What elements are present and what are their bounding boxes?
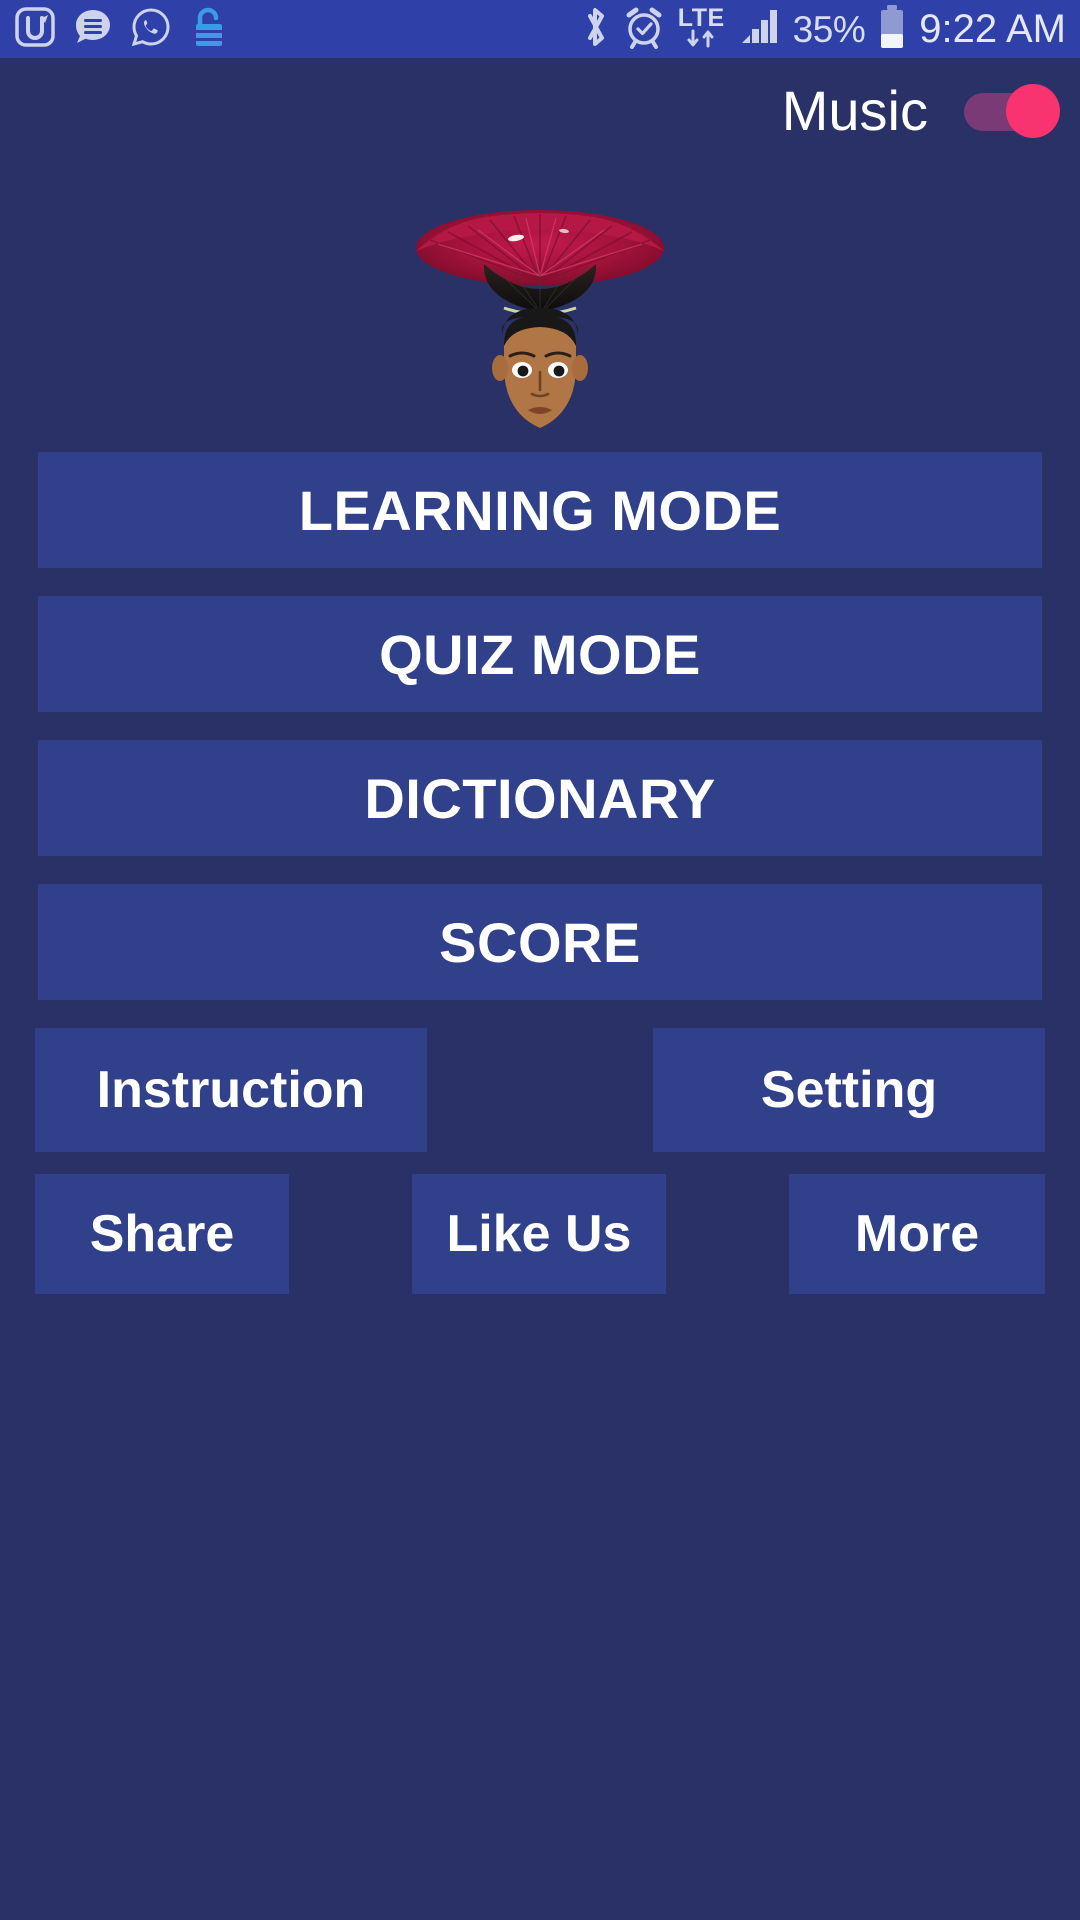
secondary-button-row: Instruction Setting [35, 1028, 1045, 1152]
status-bar: LTE 35% 9:22 AM [0, 0, 1080, 58]
app-root: LTE 35% 9:22 AM Music LEARNING MODE QUIZ… [0, 0, 1080, 1920]
learning-mode-button[interactable]: LEARNING MODE [38, 452, 1042, 568]
signal-bars-icon [738, 7, 780, 52]
boy-with-red-feather-hat-illustration [416, 210, 664, 428]
mascot-image [0, 196, 1080, 456]
more-button[interactable]: More [789, 1174, 1045, 1294]
status-bar-right-icons: LTE 35% 9:22 AM [580, 4, 1066, 55]
music-toggle-row: Music [782, 78, 1060, 143]
bluetooth-icon [580, 4, 610, 55]
battery-percent-label: 35% [792, 8, 866, 50]
music-label: Music [781, 79, 928, 142]
instruction-button[interactable]: Instruction [35, 1028, 427, 1152]
main-menu: LEARNING MODE QUIZ MODE DICTIONARY SCORE… [0, 452, 1080, 1294]
alarm-clock-icon [623, 5, 665, 54]
unlock-icon [188, 5, 228, 54]
whatsapp-icon [130, 6, 172, 53]
battery-icon [878, 4, 906, 55]
quiz-mode-button[interactable]: QUIZ MODE [38, 596, 1042, 712]
music-toggle-switch[interactable] [964, 83, 1060, 138]
lte-icon: LTE [677, 4, 725, 49]
head [492, 308, 588, 428]
score-button[interactable]: SCORE [38, 884, 1042, 1000]
dictionary-button[interactable]: DICTIONARY [38, 740, 1042, 856]
share-button[interactable]: Share [35, 1174, 289, 1294]
u-app-icon [14, 6, 56, 53]
setting-button[interactable]: Setting [653, 1028, 1045, 1152]
like-us-button[interactable]: Like Us [412, 1174, 666, 1294]
tertiary-button-row: Share Like Us More [35, 1174, 1045, 1294]
data-arrows-icon [687, 29, 714, 48]
status-bar-left-icons [14, 5, 228, 54]
music-toggle-thumb [1006, 83, 1060, 138]
message-bubble-icon [72, 6, 114, 53]
lte-label: LTE [677, 4, 725, 33]
clock-label: 9:22 AM [919, 7, 1066, 51]
